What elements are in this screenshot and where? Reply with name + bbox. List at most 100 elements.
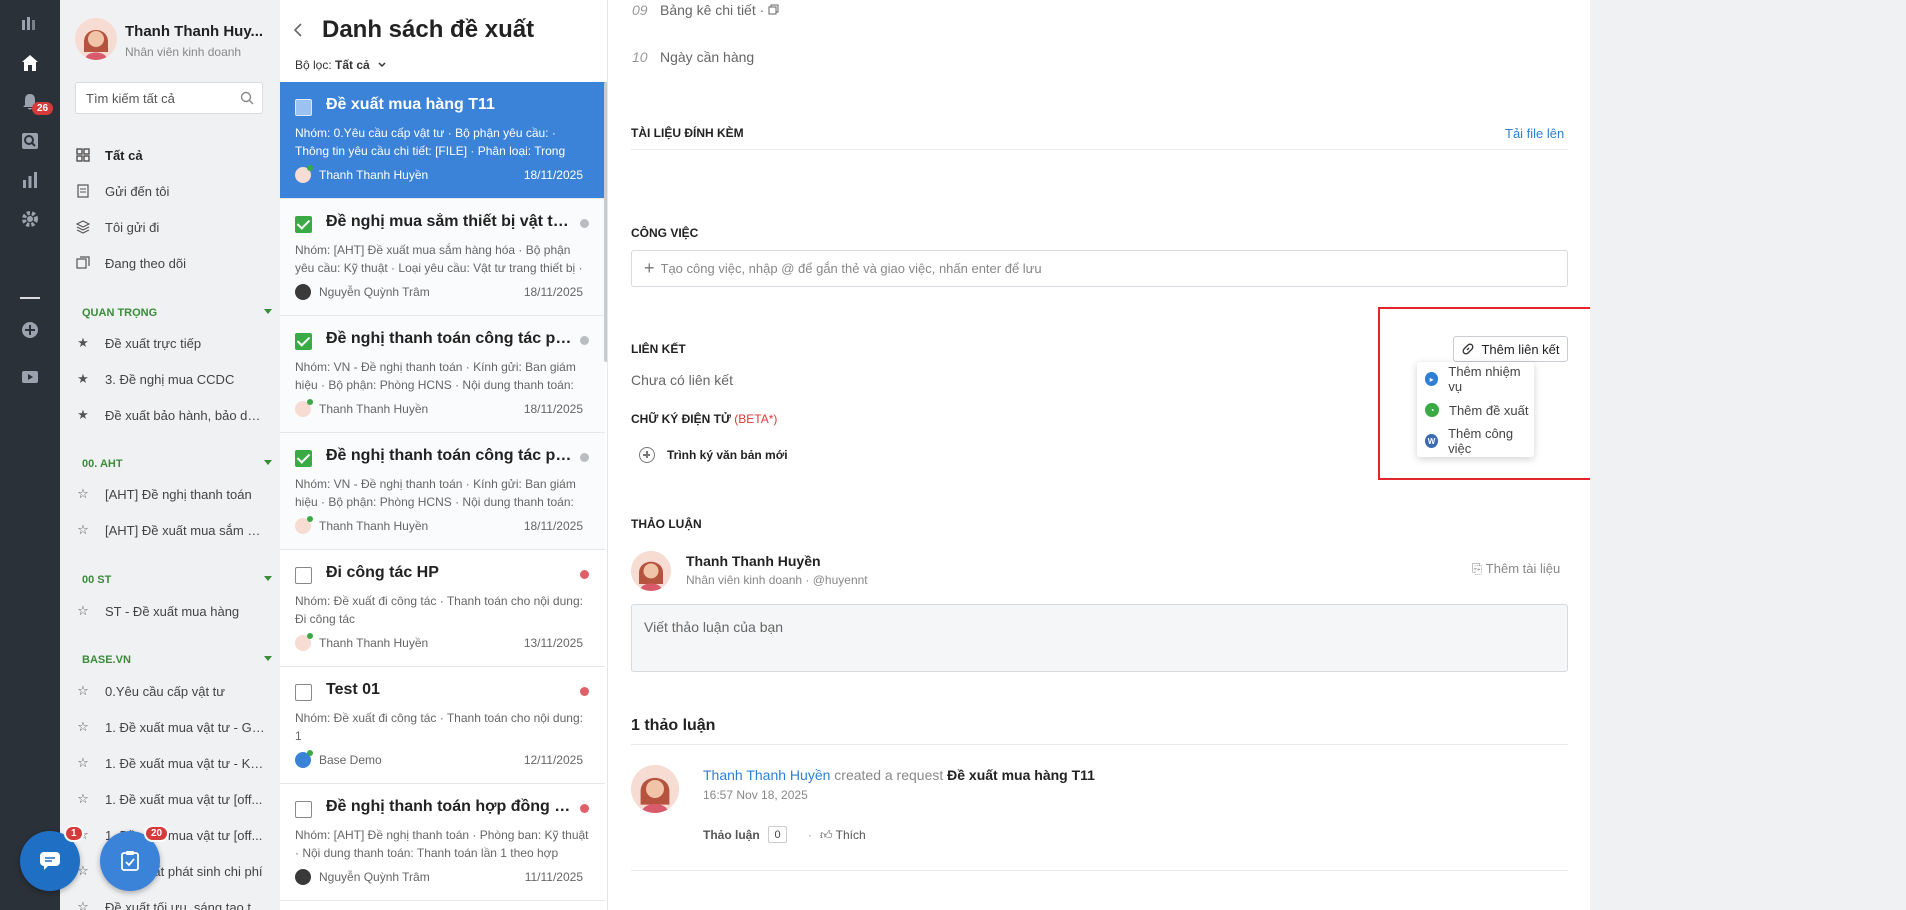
divider [631,149,1568,150]
request-card[interactable]: Đề nghị mua sắm thiết bị vật tư... Nhóm:… [280,199,605,316]
card-user: Nguyễn Quỳnh Trâm [295,284,430,300]
request-card[interactable]: Đề nghị thanh toán hợp đồng m... Nhóm: [… [280,784,605,901]
rail-divider [20,297,40,299]
sidebar-item[interactable]: ☆ Đề xuất tối ưu, sáng tạo tr... [75,894,265,910]
card-checkbox[interactable] [295,99,312,116]
video-icon[interactable] [18,365,42,389]
add-attachment-link[interactable]: ⎘ Thêm tài liệu [1472,561,1560,577]
search-icon[interactable] [240,91,254,108]
filter-dropdown[interactable]: Bộ lọc: Tất cả [295,58,387,72]
sidebar-item[interactable]: ☆ ST - Đề xuất mua hàng [75,598,265,624]
status-dot [580,219,589,228]
card-checkbox[interactable] [295,801,312,818]
links-empty: Chưa có liên kết [631,372,733,388]
activity-author[interactable]: Thanh Thanh Huyền [703,767,830,783]
home-icon[interactable] [18,51,42,75]
search-icon[interactable] [18,129,42,153]
star-outline-icon: ☆ [77,522,89,537]
star-outline-icon: ☆ [77,683,89,698]
card-desc: Nhóm: [AHT] Đề nghị thanh toán · Phòng b… [295,828,589,860]
sidebar-item[interactable]: ☆1. Đề xuất mua vật tư [off... [75,822,265,848]
card-checkbox[interactable] [295,450,312,467]
add-circle-icon[interactable] [18,318,42,342]
menu-item-add-work[interactable]: W Thêm công việc [1417,426,1534,456]
app-rail: 26 [0,0,60,910]
nav-sent-by-me[interactable]: Tôi gửi đi [75,214,265,240]
status-dot [580,687,589,696]
comment-textarea[interactable] [632,605,1567,671]
card-title: Đi công tác HP [326,564,439,581]
section-aht[interactable]: 00. AHT [82,458,272,470]
section-important[interactable]: QUAN TRỌNG [82,307,272,319]
follow-icon [75,255,91,271]
star-filled-icon: ★ [77,371,89,386]
avatar [631,765,679,813]
search-box [75,82,263,114]
request-detail: 09 Bảng kê chi tiết · 10 Ngày cần hàng T… [608,0,1602,910]
menu-item-add-task[interactable]: ▸ Thêm nhiệm vụ [1417,364,1534,394]
request-card[interactable]: Đề xuất mua hàng T11 Nhóm: 0.Yêu cầu cấp… [280,82,605,199]
sidebar-item[interactable]: ☆1. Đề xuất mua vật tư [off... [75,786,265,812]
add-link-button[interactable]: Thêm liên kết [1453,336,1568,362]
card-title: Đề nghị thanh toán công tác phí... [326,447,576,464]
star-outline-icon: ☆ [77,719,89,734]
discussion-user-name: Thanh Thanh Huyền [686,553,821,569]
card-checkbox[interactable] [295,333,312,350]
like-button[interactable]: 👍︎ Thích [820,828,866,843]
request-card[interactable]: Đề nghị thanh toán công tác phí... Nhóm:… [280,433,605,550]
request-card[interactable]: Đề nghị thanh toán công tác phí... Nhóm:… [280,316,605,433]
sidebar-item[interactable]: ☆ [AHT] Đề xuất mua sắm h... [75,517,265,543]
search-input[interactable] [76,83,226,113]
user-profile[interactable]: Thanh Thanh Huy... Nhân viên kinh doanh [75,18,263,60]
chat-icon [40,852,60,870]
profile-name: Thanh Thanh Huy... [125,23,264,40]
sidebar-item[interactable]: ☆ [AHT] Đề nghị thanh toán [75,481,265,507]
star-filled-icon: ★ [77,335,89,350]
star-outline-icon: ☆ [77,486,89,501]
task-icon: ▸ [1425,372,1439,386]
card-date: 18/11/2025 [523,285,583,299]
chart-icon[interactable] [18,168,42,192]
task-input-box: + [631,250,1568,287]
sidebar-item[interactable]: ☆ 1. Đề xuất mua vật tư - Kế... [75,750,265,776]
tasks-badge: 20 [144,825,170,842]
request-card[interactable]: Đi công tác HP Nhóm: Đề xuất đi công tác… [280,550,605,667]
reply-link[interactable]: Thảo luận [703,828,760,842]
notification-badge: 26 [32,102,54,115]
request-icon: ◔ [1425,403,1439,417]
request-card[interactable]: Test 01 Nhóm: Đề xuất đi công tác · Than… [280,667,605,784]
card-checkbox[interactable] [295,684,312,701]
gear-icon[interactable] [18,207,42,231]
card-title: Test 01 [326,681,380,698]
section-st[interactable]: 00 ST [82,574,272,586]
card-checkbox[interactable] [295,216,312,233]
card-checkbox[interactable] [295,567,312,584]
new-signature-button[interactable]: Trình ký văn bản mới [639,447,788,463]
avatar [295,284,311,300]
nav-following[interactable]: Đang theo dõi [75,250,265,276]
sidebar-item[interactable]: ★ 3. Đề nghị mua CCDC [75,366,265,392]
chevron-left-icon[interactable] [293,22,303,41]
avatar [295,750,313,768]
star-outline-icon: ☆ [77,791,89,806]
base-logo-icon[interactable] [18,12,42,36]
section-base[interactable]: BASE.VN [82,654,272,666]
sidebar-item[interactable]: ☆ 1. Đề xuất mua vật tư - Gi... [75,714,265,740]
activity-subject: Đề xuất mua hàng T11 [947,767,1095,783]
paperclip-icon: ⎘ [1472,561,1483,576]
nav-all[interactable]: Tất cả [75,142,265,168]
sidebar-item[interactable]: ☆ 0.Yêu cầu cấp vật tư [75,678,265,704]
sidebar-item[interactable]: ★ Đề xuất trực tiếp [75,330,265,356]
activity-line: Thanh Thanh Huyền created a request Đề x… [703,767,1095,783]
upload-file-link[interactable]: Tải file lên [1505,126,1564,141]
card-date: 18/11/2025 [523,168,583,182]
sidebar-item[interactable]: ★ Đề xuất bảo hành, bảo dư... [75,402,265,428]
menu-item-add-request[interactable]: ◔ Thêm đề xuất [1417,396,1534,424]
right-gutter [1590,0,1906,910]
discussion-user-meta: Nhân viên kinh doanh · @huyennt [686,573,868,587]
nav-sent-to-me[interactable]: Gửi đến tôi [75,178,265,204]
card-title: Đề nghị mua sắm thiết bị vật tư... [326,213,576,230]
task-input[interactable] [660,261,1567,276]
profile-role: Nhân viên kinh doanh [125,45,242,59]
card-user: Base Demo [295,750,382,768]
